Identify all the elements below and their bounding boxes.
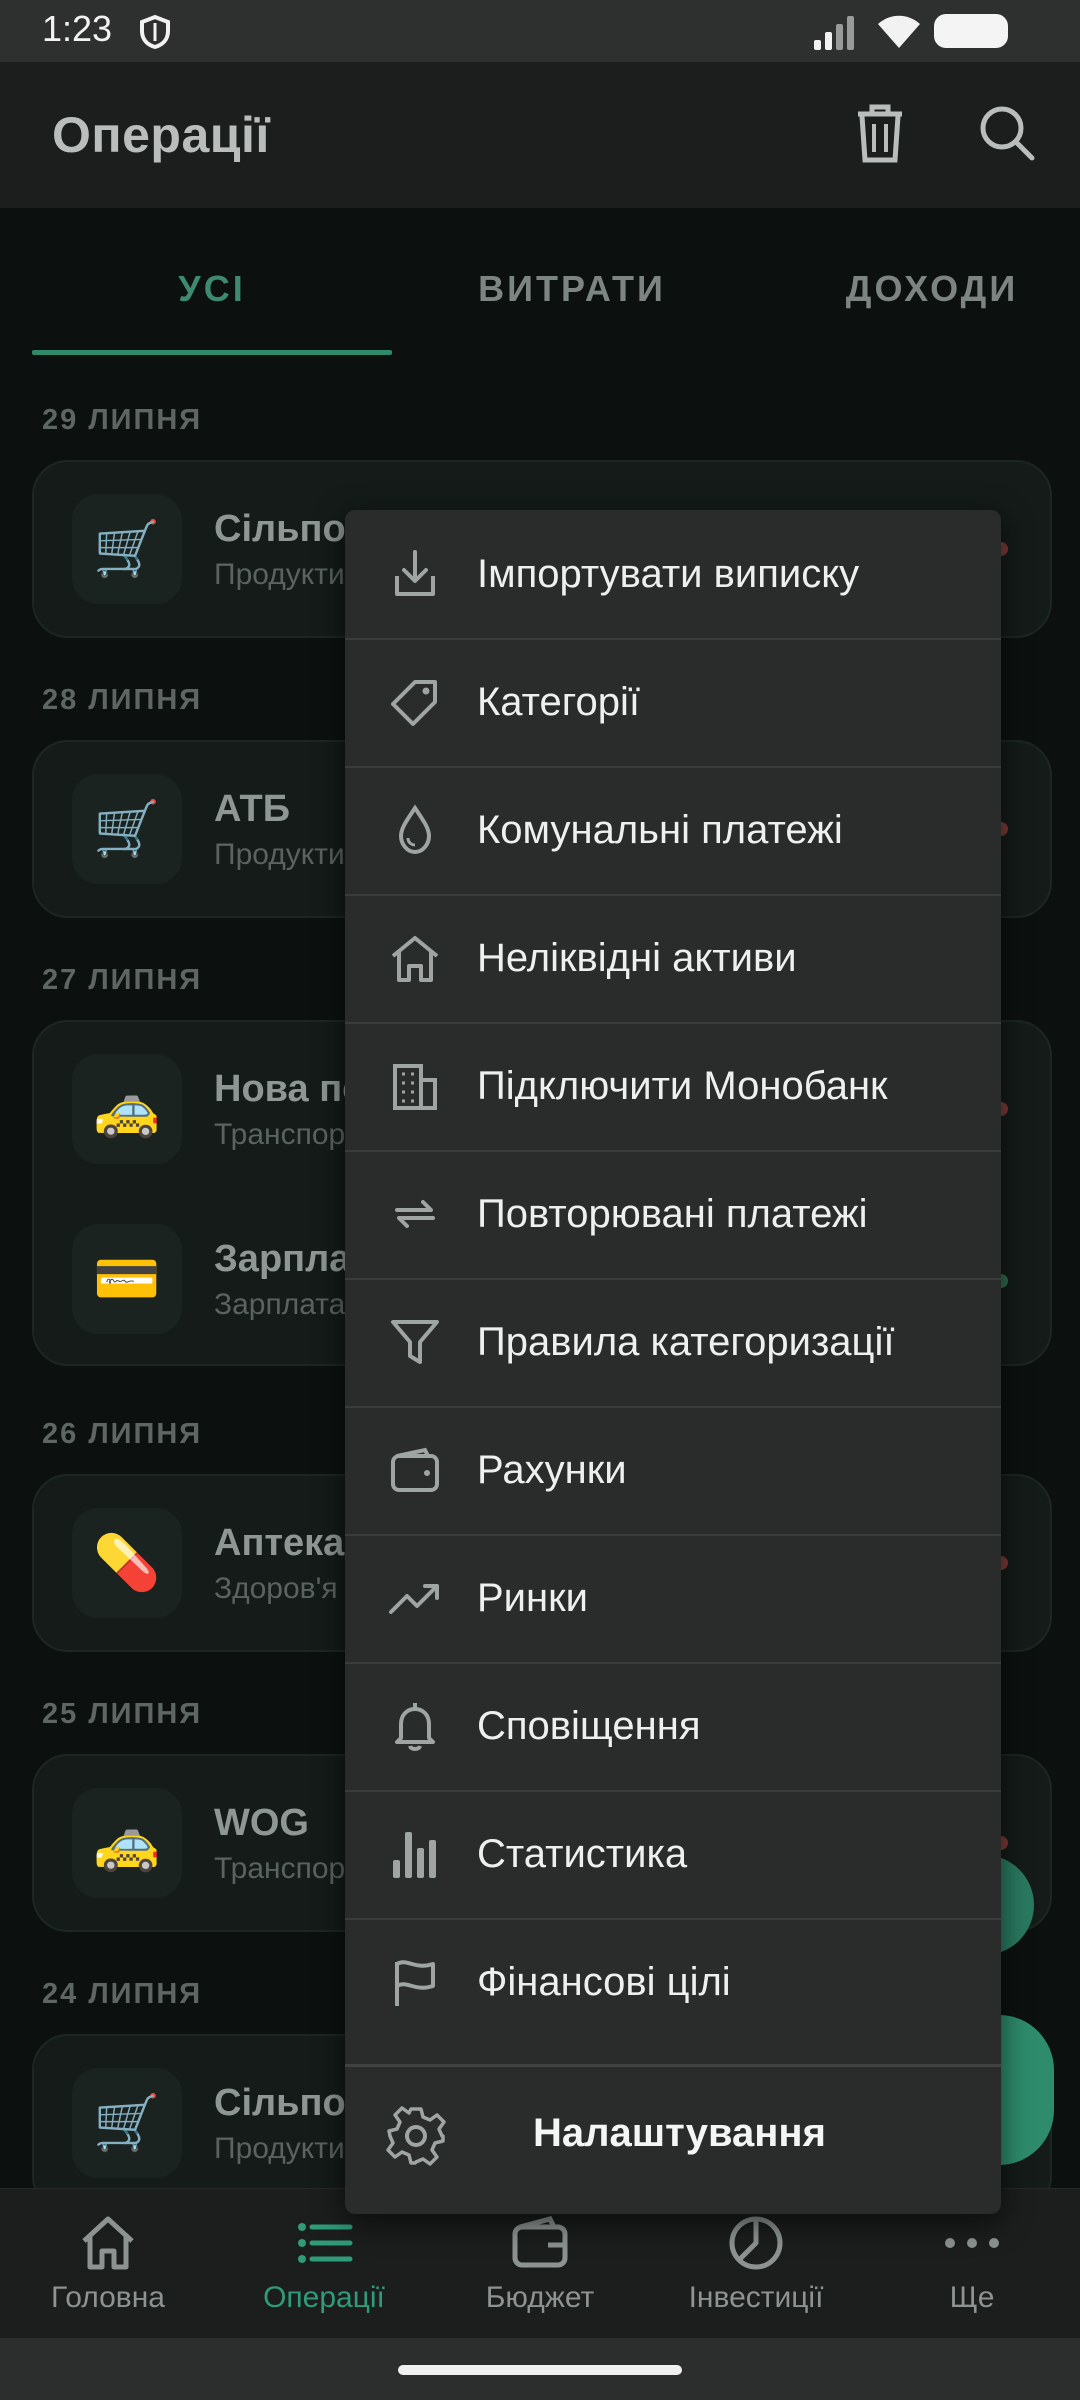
home-icon xyxy=(82,2216,134,2270)
house-icon xyxy=(391,936,439,982)
drop-icon xyxy=(398,804,432,855)
menu-item-label: Повторювані платежі xyxy=(477,1192,868,1236)
transaction-name: Сільпо xyxy=(214,508,346,550)
tab-income[interactable]: ДОХОДИ xyxy=(752,268,1080,310)
menu-item-label: Імпортувати виписку xyxy=(477,552,860,596)
transaction-category: Транспор xyxy=(214,1852,346,1885)
cart-icon: 🛒 xyxy=(72,774,182,884)
menu-item-label: Комунальні платежі xyxy=(477,808,843,852)
menu-item-rules[interactable]: Правила категоризації xyxy=(345,1278,1001,1408)
date-header: 26 ЛИПНЯ xyxy=(42,1418,203,1450)
menu-item-label: Сповіщення xyxy=(477,1704,701,1748)
menu-item-label: Правила категоризації xyxy=(477,1320,895,1364)
status-time: 1:23 xyxy=(42,8,113,49)
taxi-icon[interactable]: 🚕 xyxy=(72,1054,182,1164)
battery-icon xyxy=(934,14,1008,48)
cart-icon: 🛒 xyxy=(72,2068,182,2178)
status-bar: 1:23 xyxy=(0,0,1080,62)
transaction-name: АТБ xyxy=(214,788,291,830)
menu-item-label: Налаштування xyxy=(533,2111,826,2155)
menu-item-accounts[interactable]: Рахунки xyxy=(345,1406,1001,1536)
wifi-icon xyxy=(878,15,920,48)
menu-item-label: Ринки xyxy=(477,1576,588,1620)
nav-label: Бюджет xyxy=(485,2281,595,2314)
import-icon xyxy=(395,550,435,596)
date-header: 28 ЛИПНЯ xyxy=(42,684,203,716)
menu-item-monobank[interactable]: Підключити Монобанк xyxy=(345,1022,1001,1152)
trend-icon xyxy=(389,1584,439,1614)
signal-icon xyxy=(814,16,854,50)
transaction-name[interactable]: Нова по xyxy=(214,1068,365,1111)
wallet-icon xyxy=(512,2216,568,2268)
menu-item-goals[interactable]: Фінансові цілі xyxy=(345,1918,1001,2046)
transaction-name: Сільпо xyxy=(214,2082,346,2124)
nav-label: Ще xyxy=(949,2281,995,2314)
list-icon xyxy=(298,2223,353,2263)
date-header: 29 ЛИПНЯ xyxy=(42,404,203,436)
pie-icon xyxy=(729,2216,783,2270)
search-icon[interactable] xyxy=(978,104,1036,162)
bar-chart-icon xyxy=(393,1832,436,1878)
flag-icon xyxy=(395,1960,435,2006)
gesture-handle[interactable] xyxy=(398,2365,682,2375)
gear-icon xyxy=(386,2106,446,2166)
card-icon[interactable]: 💳 xyxy=(72,1224,182,1334)
menu-item-label: Неліквідні активи xyxy=(477,936,797,980)
menu-item-label: Категорії xyxy=(477,680,640,724)
transaction-category: Продукти xyxy=(214,558,345,591)
pill-icon: 💊 xyxy=(72,1508,182,1618)
transaction-name[interactable]: Зарпла xyxy=(214,1238,350,1281)
tab-indicator xyxy=(32,350,392,355)
trash-icon[interactable] xyxy=(852,102,908,164)
overflow-menu: Імпортувати виписку Категорії Комунальні… xyxy=(345,510,1001,2214)
menu-item-categories[interactable]: Категорії xyxy=(345,638,1001,768)
nav-label: Операції xyxy=(263,2281,385,2314)
transaction-category: Здоров'я xyxy=(214,1572,338,1605)
wallet-icon xyxy=(391,1447,439,1492)
transaction-name: Аптека xyxy=(214,1522,345,1564)
tab-expenses[interactable]: ВИТРАТИ xyxy=(392,268,752,310)
menu-item-label: Рахунки xyxy=(477,1448,627,1492)
menu-item-settings[interactable]: Налаштування xyxy=(345,2064,1001,2205)
shield-icon xyxy=(140,14,170,50)
menu-item-notifications[interactable]: Сповіщення xyxy=(345,1662,1001,1792)
building-icon xyxy=(393,1064,437,1110)
more-icon xyxy=(945,2238,999,2248)
cart-icon: 🛒 xyxy=(72,494,182,604)
menu-item-statistics[interactable]: Статистика xyxy=(345,1790,1001,1920)
repeat-icon xyxy=(395,1200,435,1228)
menu-item-markets[interactable]: Ринки xyxy=(345,1534,1001,1664)
transaction-category: Транспор xyxy=(214,1118,346,1151)
menu-item-utilities[interactable]: Комунальні платежі xyxy=(345,766,1001,896)
bell-icon xyxy=(395,1703,435,1751)
page-title: Операції xyxy=(52,107,270,163)
menu-item-recurring[interactable]: Повторювані платежі xyxy=(345,1150,1001,1280)
filter-icon xyxy=(391,1320,439,1364)
menu-item-label: Підключити Монобанк xyxy=(477,1064,888,1108)
tab-all[interactable]: УСІ xyxy=(32,268,392,310)
date-header: 24 ЛИПНЯ xyxy=(42,1978,203,2010)
taxi-icon: 🚕 xyxy=(72,1788,182,1898)
menu-item-illiquid-assets[interactable]: Неліквідні активи xyxy=(345,894,1001,1024)
menu-item-label: Фінансові цілі xyxy=(477,1960,731,2004)
nav-label: Інвестиції xyxy=(688,2281,824,2314)
menu-item-import[interactable]: Імпортувати виписку xyxy=(345,510,1001,640)
transaction-category: Продукти xyxy=(214,838,345,871)
nav-label: Головна xyxy=(51,2281,165,2314)
transaction-category: Зарплата xyxy=(214,1288,346,1321)
app-bar: Операції xyxy=(0,62,1080,208)
date-header: 27 ЛИПНЯ xyxy=(42,964,203,996)
date-header: 25 ЛИПНЯ xyxy=(42,1698,203,1730)
transaction-name: WOG xyxy=(214,1802,309,1844)
tag-icon xyxy=(391,680,437,726)
transaction-category: Продукти xyxy=(214,2132,345,2165)
menu-item-label: Статистика xyxy=(477,1832,688,1876)
nav-home[interactable]: Головна xyxy=(0,2189,216,2339)
